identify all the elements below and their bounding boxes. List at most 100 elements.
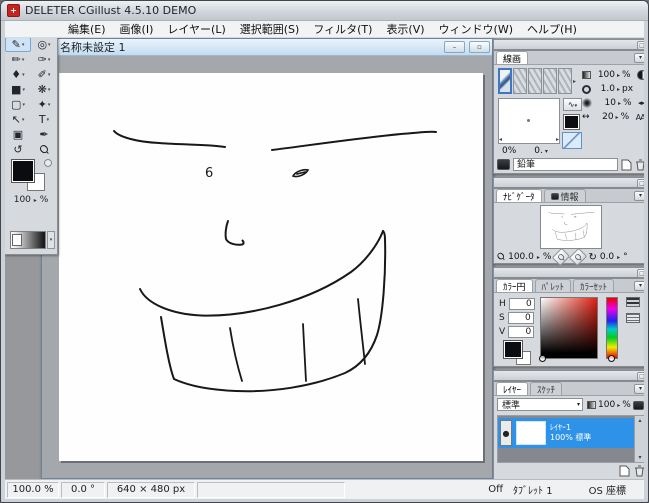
pencil-tool[interactable]: ✏▾	[5, 52, 31, 67]
stroke-preview[interactable]: ◂ ▸	[498, 98, 560, 144]
brush-opacity-value[interactable]: 100	[593, 70, 615, 80]
menu-help[interactable]: ヘルプ(H)	[520, 20, 584, 38]
rotate-tool[interactable]: ↺	[5, 142, 31, 157]
layers-panel-collapse-button[interactable]: □	[637, 372, 644, 381]
tool-dropdown-icon[interactable]: ▾	[48, 57, 51, 63]
zoom-out-button[interactable]: Ϙ	[552, 248, 570, 266]
layer-opacity-value[interactable]: 100	[598, 400, 615, 410]
delete-pen-icon[interactable]	[635, 159, 644, 171]
swap-colors-button[interactable]	[44, 159, 52, 167]
tool-dropdown-icon[interactable]: ▾	[48, 72, 51, 78]
status-zoom[interactable]: 100.0 %	[7, 482, 59, 498]
preview-left-label[interactable]: 0%	[502, 146, 516, 156]
hue-bar[interactable]	[606, 297, 618, 359]
dropdown-icon[interactable]: ▾	[545, 148, 548, 155]
tab-info[interactable]: 情報	[544, 189, 586, 202]
stroke-shape-button[interactable]: ∿▾	[563, 98, 582, 111]
gradient-marker[interactable]	[12, 234, 22, 246]
brush-panel-menu-button[interactable]: ▾	[634, 53, 644, 63]
brush-density-value[interactable]: 10	[594, 98, 616, 108]
navigator-panel-menu-button[interactable]: ▾	[634, 191, 644, 201]
stepper-icon[interactable]: ▸	[617, 254, 620, 261]
tool-setup-tool[interactable]: ✑▾	[31, 52, 57, 67]
tool-dropdown-icon[interactable]: ▾	[22, 42, 25, 48]
zoom-in-button[interactable]: Ϙ	[569, 248, 587, 266]
gradient-stepper[interactable]: ▾	[47, 231, 55, 249]
menu-view[interactable]: 表示(V)	[379, 20, 431, 38]
stepper-icon[interactable]: ▸	[537, 254, 540, 261]
app-titlebar[interactable]: + DELETER CGillust 4.5.10 DEMO	[1, 1, 648, 21]
tool-dropdown-icon[interactable]: ▾	[22, 87, 25, 93]
canvas[interactable]: 6	[59, 73, 483, 461]
document-minimize-button[interactable]: –	[444, 41, 465, 53]
tool-dropdown-icon[interactable]: ▾	[48, 42, 51, 48]
menu-window[interactable]: ウィンドウ(W)	[432, 20, 520, 38]
status-rotation[interactable]: 0.0 °	[61, 482, 105, 498]
foreground-color-swatch[interactable]	[12, 160, 34, 182]
rotate-view-icon[interactable]: ↻	[588, 252, 596, 263]
round-pen-tool[interactable]: ◎▾	[31, 38, 57, 52]
brush-panel-header[interactable]: □	[493, 39, 644, 50]
document-maximize-button[interactable]: ▫	[469, 41, 490, 53]
menu-edit[interactable]: 編集(E)	[61, 20, 113, 38]
navigator-panel-header[interactable]: □	[493, 177, 644, 188]
brush-spacing-value[interactable]: 20	[592, 112, 614, 122]
tool-dropdown-icon[interactable]: ▾	[47, 117, 50, 123]
layer-row[interactable]: ● ﾚｲﾔｰ1 100% 標準	[498, 418, 634, 448]
layers-panel-header[interactable]: □	[493, 370, 644, 381]
pressure-curve-button[interactable]	[562, 132, 582, 149]
navigator-thumbnail[interactable]	[540, 205, 602, 249]
color-lines-icon[interactable]	[626, 313, 640, 323]
tab-palette[interactable]: ﾊﾟﾚｯﾄ	[535, 279, 572, 292]
smudge-tool[interactable]: ❋▾	[31, 82, 57, 97]
scroll-down-icon[interactable]: ▾	[638, 454, 641, 461]
document-titlebar[interactable]: 名称未設定 1 – ▫	[42, 39, 492, 56]
document-window[interactable]: 名称未設定 1 – ▫ 6	[41, 38, 493, 479]
toolbox-palette[interactable]: □ ✎▾ ◎▾ ✏▾ ✑▾ ♦▾ ✐▾ ■▾ ❋▾ ▢▾ ✦▾ ↖▾ T▾ ▣ …	[5, 38, 58, 255]
brush-tip-texture[interactable]	[528, 68, 542, 94]
delete-layer-icon[interactable]	[634, 465, 644, 477]
layers-panel-menu-button[interactable]: ▾	[634, 384, 644, 394]
pen-name-field[interactable]: 鉛筆	[513, 158, 618, 171]
stepper-icon[interactable]: ▸	[617, 72, 620, 79]
zoom-tool[interactable]: Ϙ	[31, 142, 57, 157]
move-tool[interactable]: ↖▾	[5, 112, 31, 127]
saturation-value-picker[interactable]	[540, 297, 598, 359]
navigator-rotation-value[interactable]: 0.0	[600, 252, 614, 262]
brush-tip-texture[interactable]	[558, 68, 572, 94]
tool-dropdown-icon[interactable]: ▾	[48, 87, 51, 93]
gradient-strip[interactable]	[10, 231, 46, 249]
menu-filter[interactable]: フィルタ(T)	[306, 20, 379, 38]
tab-color-wheel[interactable]: ｶﾗｰ円	[496, 279, 533, 292]
foreground-color-swatch[interactable]	[504, 341, 522, 358]
layer-lock-icon[interactable]	[633, 401, 644, 410]
menu-layer[interactable]: レイヤー(L)	[160, 20, 232, 38]
eyedropper-tool[interactable]: ✒	[31, 127, 57, 142]
tool-dropdown-icon[interactable]: ▾	[22, 57, 25, 63]
scroll-up-icon[interactable]: ▴	[638, 417, 641, 424]
brush-tip-texture[interactable]	[543, 68, 557, 94]
tab-sketch[interactable]: ｽｹｯﾁ	[530, 382, 562, 395]
tab-layers[interactable]: ﾚｲﾔｰ	[496, 382, 528, 395]
tool-dropdown-icon[interactable]: ▾	[22, 72, 25, 78]
layer-visibility-toggle[interactable]: ●	[500, 420, 512, 446]
brush-panel-collapse-button[interactable]: □	[637, 41, 644, 50]
pen-preset-icon[interactable]	[497, 159, 510, 170]
hue-bar-marker[interactable]	[608, 355, 615, 362]
taper-icon[interactable]: ◂▸	[638, 99, 644, 107]
tab-line-art[interactable]: 線画	[496, 51, 528, 64]
antialias-icon[interactable]: AA	[636, 113, 644, 122]
tool-dropdown-icon[interactable]: ▾	[22, 102, 25, 108]
stepper-icon[interactable]: ▸	[618, 100, 621, 107]
stepper-icon[interactable]: ▸	[617, 402, 620, 409]
tool-dropdown-icon[interactable]: ▾	[48, 102, 51, 108]
brush-tip-pencil[interactable]	[498, 68, 512, 94]
hue-input[interactable]: 0	[509, 298, 535, 310]
new-pen-icon[interactable]	[621, 159, 632, 171]
marquee-select-tool[interactable]: ▢▾	[5, 97, 31, 112]
menu-image[interactable]: 画像(I)	[113, 20, 161, 38]
crop-tool[interactable]: ▣	[5, 127, 31, 142]
color-panel-menu-button[interactable]: ▾	[634, 281, 644, 291]
color-panel-collapse-button[interactable]: □	[637, 269, 644, 278]
tab-navigator[interactable]: ﾅﾋﾞｹﾞｰﾀ	[496, 189, 542, 202]
